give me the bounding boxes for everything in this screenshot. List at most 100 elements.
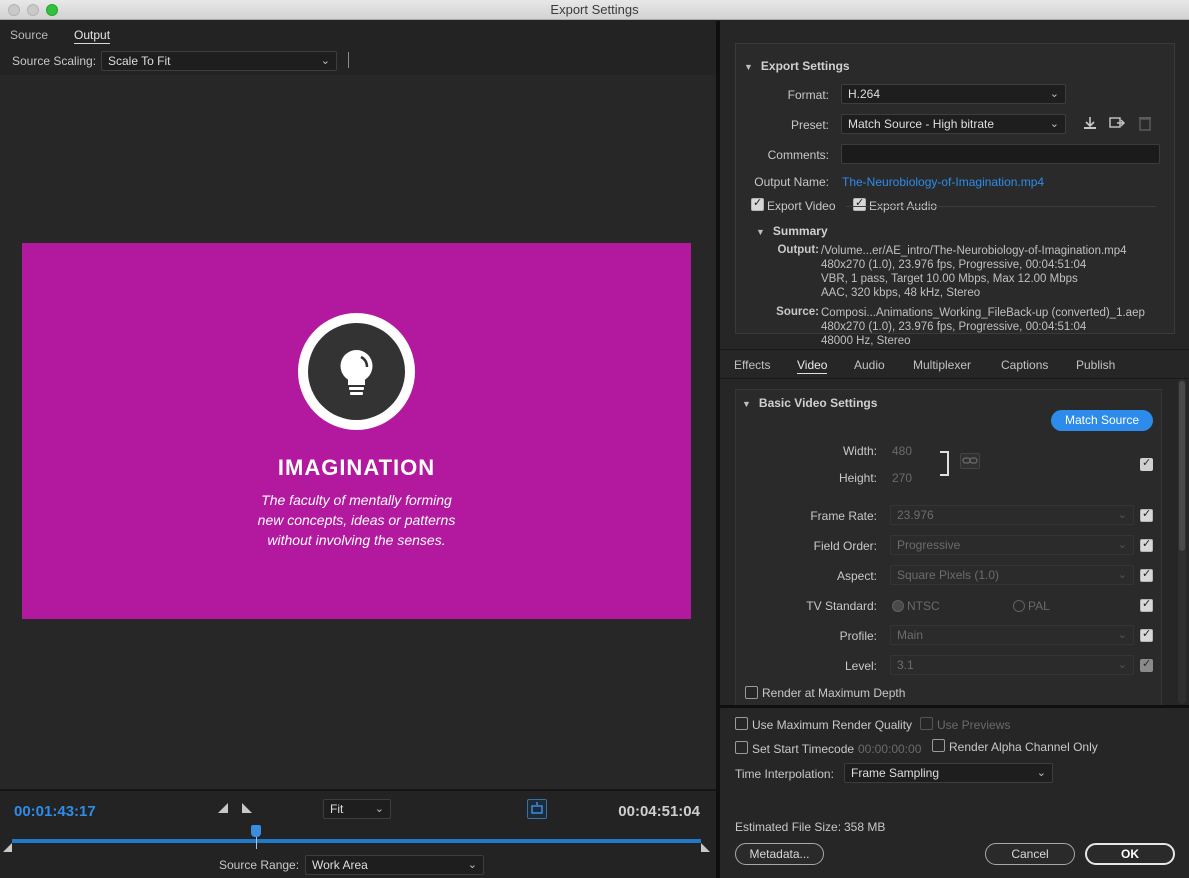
width-label: Width: [842,444,877,458]
chevron-down-icon: ⌄ [1117,629,1127,641]
range-end-handle-icon[interactable] [701,843,710,852]
match-frame-rate-checkbox[interactable] [1140,507,1153,522]
summary-source-line: Composi...Animations_Working_FileBack-up… [821,307,1145,319]
output-name-link[interactable]: The-Neurobiology-of-Imagination.mp4 [842,175,1044,189]
level-value: 3.1 [897,658,914,672]
tab-effects[interactable]: Effects [734,358,770,372]
render-alpha-only-checkbox[interactable] [932,739,945,752]
tab-captions[interactable]: Captions [1001,358,1048,372]
video-subtitle-line: The faculty of mentally forming [261,492,452,508]
settings-scroll-thumb[interactable] [1179,381,1185,551]
source-scaling-label: Source Scaling: [12,54,97,68]
pal-label: PAL [1028,599,1050,613]
chevron-down-icon: ⌄ [1049,88,1059,100]
height-value[interactable]: 270 [892,471,912,485]
width-value[interactable]: 480 [892,444,912,458]
timeline-track[interactable] [12,839,701,843]
video-preview-area: IMAGINATION The faculty of mentally form… [0,75,716,789]
profile-dropdown[interactable]: Main ⌄ [890,625,1134,645]
disclosure-open-icon: ▼ [744,62,753,72]
export-video-checkbox[interactable] [751,196,764,211]
set-start-timecode-label: Set Start Timecode [752,742,855,756]
pal-radio[interactable] [1013,600,1025,612]
export-settings-section: ▼ Export Settings Format: H.264 ⌄ Preset:… [735,43,1175,347]
chain-link-icon [962,457,978,464]
match-tv-standard-checkbox[interactable] [1140,597,1153,612]
playhead[interactable] [250,825,261,837]
tv-standard-label: TV Standard: [806,599,877,613]
match-aspect-checkbox[interactable] [1140,567,1153,582]
set-out-point-icon[interactable] [242,803,252,813]
format-dropdown[interactable]: H.264 ⌄ [841,84,1066,104]
field-order-value: Progressive [897,538,961,552]
match-dimensions-checkbox[interactable] [1140,456,1153,471]
set-in-point-icon[interactable] [218,803,228,813]
range-start-handle-icon[interactable] [3,843,12,852]
field-order-dropdown[interactable]: Progressive ⌄ [890,535,1134,555]
source-range-value: Work Area [312,858,368,872]
source-range-dropdown[interactable]: Work Area ⌄ [305,855,484,875]
save-preset-icon[interactable] [1081,115,1099,133]
frame-rate-label: Frame Rate: [810,509,877,523]
timeline-controls: 00:01:43:17 Fit ⌄ 00:04:51:04 Source Ran… [0,789,716,878]
export-settings-heading[interactable]: ▼ Export Settings [744,59,850,73]
use-previews-checkbox[interactable] [920,717,933,730]
render-max-depth-checkbox[interactable] [745,686,758,699]
playhead-line [255,837,257,849]
summary-output-line: VBR, 1 pass, Target 10.00 Mbps, Max 12.0… [821,273,1078,285]
chevron-down-icon: ⌄ [467,859,477,871]
aspect-correction-toggle[interactable] [527,799,547,819]
constrain-proportions-button[interactable] [960,453,980,469]
format-value: H.264 [848,87,881,101]
set-start-timecode-checkbox[interactable] [735,741,748,754]
comments-input[interactable] [841,144,1160,164]
export-audio-checkbox[interactable] [853,196,866,211]
comments-label: Comments: [767,148,829,162]
export-video-label: Export Video [767,199,836,213]
max-render-quality-checkbox[interactable] [735,717,748,730]
max-render-quality-label: Use Maximum Render Quality [752,718,913,732]
aspect-correction-icon [531,802,543,814]
settings-tabs: Effects Video Audio Multiplexer Captions… [720,349,1189,379]
basic-video-settings-section: ▼ Basic Video Settings Width: 480 Height:… [735,389,1162,709]
level-dropdown[interactable]: 3.1 ⌄ [890,655,1134,675]
start-timecode-value[interactable]: 00:00:00:00 [858,742,921,756]
match-profile-checkbox[interactable] [1140,627,1153,642]
estimated-file-size-label: Estimated File Size: [735,820,842,834]
tab-multiplexer[interactable]: Multiplexer [913,358,971,372]
divider [846,206,1156,207]
match-level-checkbox[interactable] [1140,657,1153,672]
metadata-button[interactable]: Metadata... [735,843,824,865]
tab-output[interactable]: Output [74,28,111,44]
zoom-level-dropdown[interactable]: Fit ⌄ [323,799,391,819]
tab-source[interactable]: Source [10,28,48,42]
import-preset-icon[interactable] [1108,115,1126,133]
frame-rate-dropdown[interactable]: 23.976 ⌄ [890,505,1134,525]
summary-heading[interactable]: ▼ Summary [756,224,828,238]
tab-publish[interactable]: Publish [1076,358,1115,372]
ntsc-radio[interactable] [892,600,904,612]
current-timecode[interactable]: 00:01:43:17 [14,803,96,820]
chevron-down-icon: ⌄ [1117,659,1127,671]
aspect-dropdown[interactable]: Square Pixels (1.0) ⌄ [890,565,1134,585]
tab-video[interactable]: Video [797,358,828,374]
time-interpolation-dropdown[interactable]: Frame Sampling ⌄ [844,763,1053,783]
lightbulb-icon [340,350,373,395]
chevron-down-icon: ⌄ [374,803,384,815]
preset-dropdown[interactable]: Match Source - High bitrate ⌄ [841,114,1066,134]
source-scaling-dropdown[interactable]: Scale To Fit ⌄ [101,51,337,71]
dimension-link-bracket [940,451,949,476]
match-field-order-checkbox[interactable] [1140,537,1153,552]
match-source-button[interactable]: Match Source [1051,410,1153,431]
basic-video-settings-heading[interactable]: ▼ Basic Video Settings [742,396,877,410]
title-bar: Export Settings [0,0,1189,20]
tab-audio[interactable]: Audio [854,358,885,372]
delete-preset-icon[interactable] [1136,115,1154,133]
cancel-button[interactable]: Cancel [985,843,1075,865]
video-subtitle-line: without involving the senses. [267,532,446,548]
chevron-down-icon: ⌄ [1117,509,1127,521]
chevron-down-icon: ⌄ [1049,118,1059,130]
summary-output-line: AAC, 320 kbps, 48 kHz, Stereo [821,287,981,299]
summary-output-line: 480x270 (1.0), 23.976 fps, Progressive, … [821,259,1087,271]
ok-button[interactable]: OK [1085,843,1175,865]
